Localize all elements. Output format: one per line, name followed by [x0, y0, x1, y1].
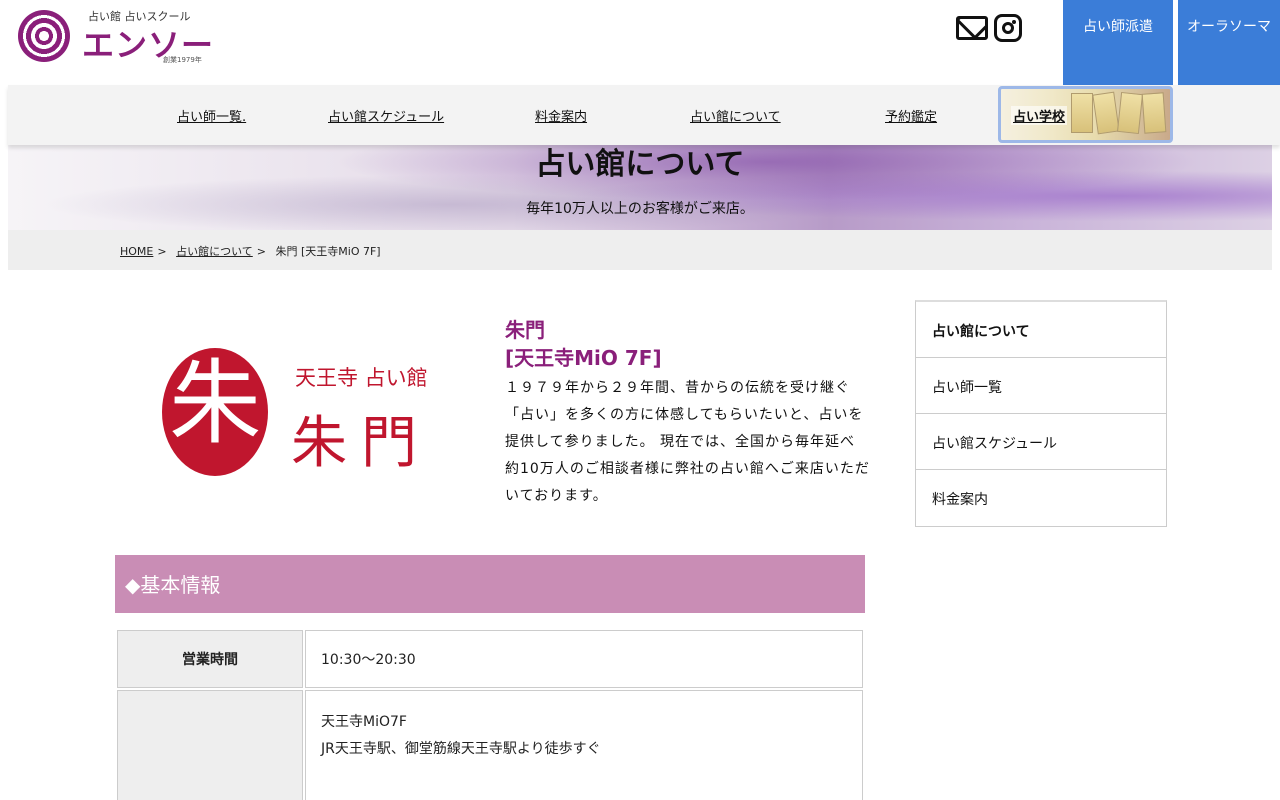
access-line2: JR天王寺駅、御堂筋線天王寺駅より徒歩すぐ [321, 741, 601, 757]
main-nav: 占い師一覧. 占い館スケジュール 料金案内 占い館について 予約鑑定 占い学校 [8, 85, 1280, 145]
page-title: 占い館について [535, 147, 745, 182]
table-row: 天王寺MiO7F JR天王寺駅、御堂筋線天王寺駅より徒歩すぐ [117, 690, 863, 800]
nav-item-fortune-tellers[interactable]: 占い師一覧. [177, 106, 246, 125]
hours-value: 10:30〜20:30 [305, 630, 863, 688]
nav-item-pricing[interactable]: 料金案内 [535, 106, 587, 125]
breadcrumb-separator: > [157, 245, 167, 258]
shop-logo-image: 朱 天王寺 占い館 朱門 [115, 300, 480, 525]
breadcrumb-separator: > [256, 245, 266, 258]
breadcrumb-home[interactable]: HOME [120, 245, 153, 258]
section-heading-basic-info: ◆基本情報 [115, 555, 865, 613]
shumon-seal-char: 朱 [168, 350, 261, 457]
breadcrumb: HOME > 占い館について > 朱門 [天王寺MiO 7F] [8, 230, 1272, 270]
sidebar-item-fortune-tellers[interactable]: 占い師一覧 [916, 358, 1166, 414]
nav-school-label: 占い学校 [1011, 106, 1068, 125]
shop-logo-name: 朱門 [291, 411, 431, 476]
nav-item-school[interactable]: 占い学校 [998, 86, 1173, 143]
sidebar-item-pricing[interactable]: 料金案内 [916, 470, 1166, 526]
logo-mark-icon [18, 10, 70, 62]
hero-banner: 占い館について 毎年10万人以上のお客様がご来店。 [8, 145, 1272, 230]
sidebar-item-about[interactable]: 占い館について [916, 302, 1166, 358]
table-row: 営業時間 10:30〜20:30 [117, 630, 863, 688]
sidebar-nav: 占い館について 占い師一覧 占い館スケジュール 料金案内 [915, 300, 1167, 527]
hero-subtitle: 毎年10万人以上のお客様がご来店。 [526, 201, 754, 217]
tarot-card-icon [1116, 91, 1144, 135]
tarot-card-icon [1141, 92, 1167, 134]
header-icons [956, 12, 1022, 44]
access-value: 天王寺MiO7F JR天王寺駅、御堂筋線天王寺駅より徒歩すぐ [305, 690, 863, 800]
tarot-card-icon [1092, 91, 1120, 135]
shop-name-line1: 朱門 [505, 318, 545, 342]
shop-description: １９７９年から２９年間、昔からの伝統を受け継ぐ「占い」を多くの方に体感してもらい… [505, 380, 870, 504]
shop-name: 朱門 [天王寺MiO 7F] [505, 316, 662, 372]
instagram-icon[interactable] [994, 14, 1022, 42]
access-label [117, 690, 303, 800]
breadcrumb-about[interactable]: 占い館について [176, 245, 253, 258]
logo-established: 創業1979年 [163, 56, 202, 64]
nav-item-schedule[interactable]: 占い館スケジュール [328, 106, 444, 125]
site-logo[interactable]: 占い館 占いスクール エンソー 創業1979年 [18, 8, 213, 66]
dispatch-button[interactable]: 占い師派遣 [1063, 0, 1173, 85]
sidebar-item-schedule[interactable]: 占い館スケジュール [916, 414, 1166, 470]
mail-icon[interactable] [956, 16, 988, 40]
nav-item-about[interactable]: 占い館について [690, 106, 781, 125]
aura-soma-button[interactable]: オーラソーマ [1178, 0, 1280, 85]
shop-name-line2: [天王寺MiO 7F] [505, 346, 662, 370]
shop-logo-subtitle: 天王寺 占い館 [295, 366, 428, 390]
hours-label: 営業時間 [117, 630, 303, 688]
breadcrumb-current: 朱門 [天王寺MiO 7F] [275, 245, 381, 258]
access-line1: 天王寺MiO7F [321, 714, 407, 730]
tarot-card-icon [1071, 93, 1093, 133]
basic-info-table: 営業時間 10:30〜20:30 天王寺MiO7F JR天王寺駅、御堂筋線天王寺… [115, 628, 865, 800]
nav-item-reservation[interactable]: 予約鑑定 [885, 106, 937, 125]
